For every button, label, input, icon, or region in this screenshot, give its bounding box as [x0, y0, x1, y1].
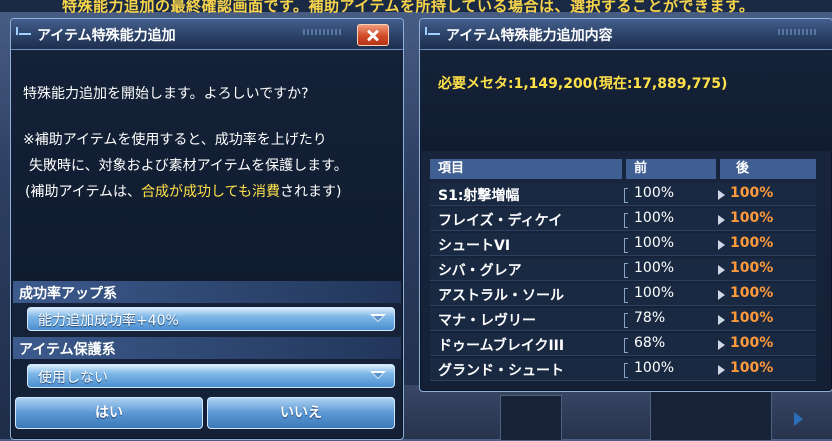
background-machine	[650, 389, 772, 441]
ability-before-value: 100%	[634, 185, 675, 201]
required-meseta-text: 必要メセタ:1,149,200(現在:17,889,775)	[438, 76, 728, 92]
table-row: S1:射撃増幅 100% 100%	[430, 183, 816, 207]
ability-name: S1:射撃増幅	[438, 188, 520, 204]
bracket-divider	[624, 213, 628, 228]
table-row: アストラル・ソール 100% 100%	[430, 283, 816, 307]
item-ability-add-dialog: アイテム特殊能力追加 特殊能力追加を開始します。よろしいですか? ※補助アイテム…	[10, 18, 404, 440]
arrow-right-icon	[718, 190, 725, 200]
header-after: 後	[720, 159, 816, 179]
ability-name: ドゥームブレイクIII	[438, 338, 565, 354]
title-decoration	[303, 29, 343, 35]
bracket-divider	[624, 188, 628, 203]
ability-after-value: 100%	[730, 235, 774, 251]
ability-name: グランド・シュート	[438, 363, 564, 379]
required-meseta-panel: 必要メセタ:1,149,200(現在:17,889,775)	[420, 51, 832, 151]
success-rate-item-select[interactable]: 能力追加成功率+40%	[27, 307, 395, 331]
background-machine	[500, 395, 562, 441]
dialog-title: アイテム特殊能力追加	[37, 28, 176, 44]
message-line-4: (補助アイテムは、合成が成功しても消費されます)	[25, 181, 341, 201]
arrow-right-icon	[718, 240, 725, 250]
no-button[interactable]: いいえ	[207, 397, 395, 429]
ability-after-value: 100%	[730, 335, 774, 351]
arrow-right-icon	[718, 215, 725, 225]
ability-name: シバ・グレア	[438, 263, 522, 279]
ability-after-value: 100%	[730, 310, 774, 326]
message-line-3: 失敗時に、対象および素材アイテムを保護します。	[29, 158, 348, 174]
ability-before-value: 100%	[634, 360, 675, 376]
success-rate-section-header: 成功率アップ系	[13, 281, 401, 303]
ability-before-value: 100%	[634, 260, 675, 276]
ability-after-value: 100%	[730, 260, 774, 276]
content-title: アイテム特殊能力追加内容	[446, 28, 613, 44]
message-highlight: 合成が成功しても消費	[141, 184, 280, 200]
ability-name: アストラル・ソール	[438, 288, 564, 304]
item-protect-selected-value: 使用しない	[38, 370, 108, 386]
table-row: フレイズ・ディケイ 100% 100%	[430, 208, 816, 232]
success-rate-selected-value: 能力追加成功率+40%	[38, 313, 179, 329]
chevron-down-icon	[370, 314, 386, 322]
ability-before-value: 100%	[634, 285, 675, 301]
ability-name: フレイズ・ディケイ	[438, 213, 563, 229]
close-button[interactable]	[357, 24, 389, 46]
bracket-divider	[624, 313, 628, 328]
content-title-bar: アイテム特殊能力追加内容	[420, 19, 832, 50]
ability-before-value: 100%	[634, 210, 675, 226]
arrow-right-icon	[718, 290, 725, 300]
ability-after-value: 100%	[730, 210, 774, 226]
message-line-2: ※補助アイテムを使用すると、成功率を上げたり	[23, 132, 327, 148]
confirmation-message-panel: 特殊能力追加を開始します。よろしいですか? ※補助アイテムを使用すると、成功率を…	[11, 51, 403, 289]
dialog-title-bar: アイテム特殊能力追加	[11, 19, 403, 50]
yes-button[interactable]: はい	[15, 397, 203, 429]
item-protect-section-header: アイテム保護系	[13, 337, 401, 359]
background-scene	[400, 385, 832, 441]
arrow-right-icon	[718, 365, 725, 375]
message-line-1: 特殊能力追加を開始します。よろしいですか?	[23, 86, 309, 102]
ability-before-value: 78%	[634, 310, 666, 326]
ability-before-value: 68%	[634, 335, 666, 351]
table-row: シバ・グレア 100% 100%	[430, 258, 816, 282]
mouse-cursor-icon	[794, 412, 803, 426]
table-row: ドゥームブレイクIII 68% 100%	[430, 333, 816, 357]
ability-before-value: 100%	[634, 235, 675, 251]
ability-name: シュートVI	[438, 238, 511, 254]
table-row: マナ・レヴリー 78% 100%	[430, 308, 816, 332]
bracket-divider	[624, 238, 628, 253]
title-marker-icon	[425, 27, 440, 35]
ability-after-value: 100%	[730, 360, 774, 376]
title-marker-icon	[16, 27, 31, 35]
ability-after-value: 100%	[730, 285, 774, 301]
background-instruction-text: 特殊能力追加の最終確認画面です。補助アイテムを所持している場合は、選択することが…	[62, 0, 755, 15]
item-protect-select[interactable]: 使用しない	[27, 364, 395, 388]
bracket-divider	[624, 263, 628, 278]
header-item: 項目	[430, 159, 622, 179]
arrow-right-icon	[718, 315, 725, 325]
ability-name: マナ・レヴリー	[438, 313, 536, 329]
bracket-divider	[624, 363, 628, 378]
ability-after-value: 100%	[730, 185, 774, 201]
message-line-4-prefix: (補助アイテムは、	[25, 184, 142, 200]
item-ability-content-window: アイテム特殊能力追加内容 必要メセタ:1,149,200(現在:17,889,7…	[419, 18, 832, 392]
arrow-right-icon	[718, 265, 725, 275]
success-rate-section-label: 成功率アップ系	[19, 286, 117, 302]
bracket-divider	[624, 288, 628, 303]
message-line-4-suffix: されます)	[279, 184, 342, 200]
table-row: グランド・シュート 100% 100%	[430, 358, 816, 382]
title-decoration	[778, 29, 818, 35]
bracket-divider	[624, 338, 628, 353]
item-protect-section-label: アイテム保護系	[19, 342, 116, 358]
header-before: 前	[626, 159, 716, 179]
chevron-down-icon	[370, 371, 386, 379]
arrow-right-icon	[718, 340, 725, 350]
table-row: シュートVI 100% 100%	[430, 233, 816, 257]
